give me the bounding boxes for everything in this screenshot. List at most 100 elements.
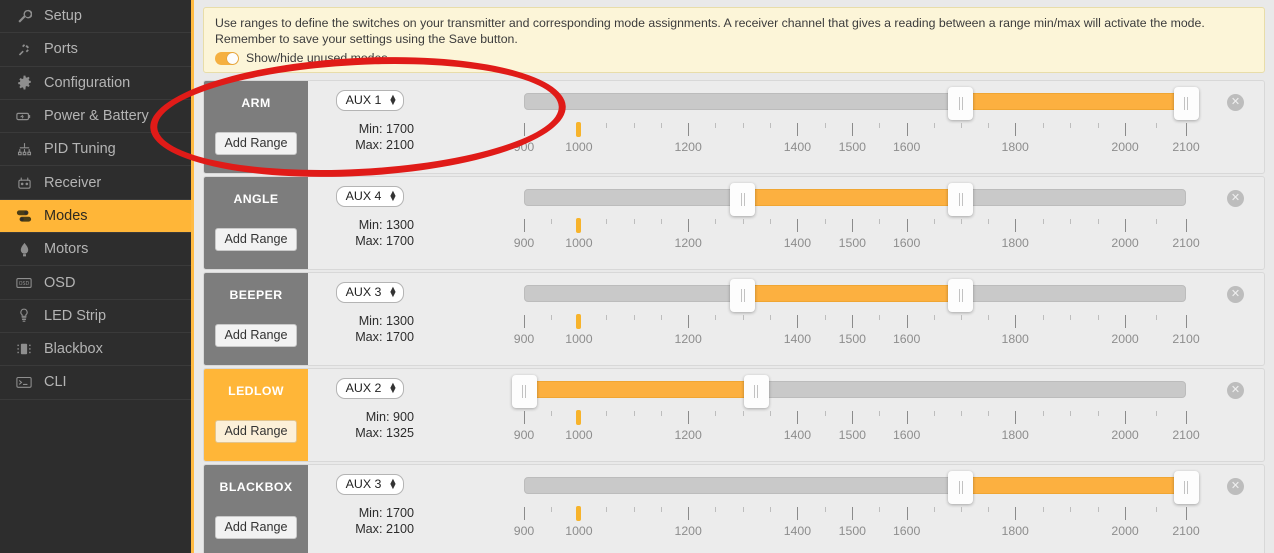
scale-tick-label: 1400 [783, 332, 812, 346]
range-slider[interactable]: 900 1000 1200 1400 1500 1600 1800 2000 2100 [514, 471, 1200, 551]
sidebar-item-setup[interactable]: Setup [0, 0, 191, 34]
scale-tick-minor [824, 411, 826, 416]
slider-handle-min[interactable] [730, 183, 756, 216]
scale-tick-major [906, 123, 908, 136]
sidebar-item-power-battery[interactable]: Power & Battery [0, 100, 191, 134]
slider-handle-min[interactable] [730, 279, 756, 312]
scale-tick-label: 1500 [838, 428, 867, 442]
add-range-button[interactable]: Add Range [215, 228, 297, 251]
sidebar-item-receiver[interactable]: Receiver [0, 166, 191, 200]
scale-tick-minor [1042, 507, 1044, 512]
scale-tick-minor [824, 123, 826, 128]
slider-handle-min[interactable] [511, 375, 537, 408]
scale-tick-major [797, 507, 799, 520]
slider-handle-max[interactable] [1173, 87, 1199, 120]
sliders-icon [14, 141, 34, 157]
min-max-values: Min: 1700 Max: 2100 [355, 121, 416, 153]
scale-tick-minor [770, 219, 772, 224]
delete-range-button[interactable]: ✕ [1227, 382, 1244, 399]
min-max-values: Min: 1700 Max: 2100 [355, 505, 416, 537]
sidebar-item-motors[interactable]: Motors [0, 233, 191, 267]
add-range-button[interactable]: Add Range [215, 132, 297, 155]
scale-tick-label: 1400 [783, 524, 812, 538]
min-max-values: Min: 1300 Max: 1700 [355, 313, 416, 345]
slider-handle-max[interactable] [1173, 471, 1199, 504]
range-slider[interactable]: 900 1000 1200 1400 1500 1600 1800 2000 2100 [511, 375, 1200, 455]
scale-tick-major [852, 411, 854, 424]
scale-tick-major [852, 219, 854, 232]
range-controls: AUX 2 ▲ ▼ Min: 900 Max: 1325 [324, 378, 416, 441]
scale-tick-minor [933, 411, 935, 416]
add-range-button[interactable]: Add Range [215, 324, 297, 347]
delete-range-button[interactable]: ✕ [1227, 190, 1244, 207]
channel-select[interactable]: AUX 4 ▲ ▼ [335, 186, 405, 207]
mode-body: AUX 3 ▲ ▼ Min: 1700 Max: 2100 900 1000 1200 1400… [308, 465, 1264, 553]
scale-tick-label: 1400 [783, 428, 812, 442]
scale-tick-minor [824, 507, 826, 512]
scale-tick-minor [879, 315, 881, 320]
range-min-label: Min: 1300 [358, 314, 414, 328]
slider-handle-max[interactable] [948, 183, 974, 216]
scale-tick-minor [551, 507, 553, 512]
spinner-arrows-icon: ▲ ▼ [388, 188, 398, 203]
sidebar-item-label: OSD [44, 274, 76, 291]
mode-body: AUX 1 ▲ ▼ Min: 1700 Max: 2100 900 1000 1200 1400… [308, 81, 1264, 173]
delete-range-button[interactable]: ✕ [1227, 478, 1244, 495]
scale-tick-major [524, 315, 525, 328]
slider-scale: 900 1000 1200 1400 1500 1600 1800 2000 2100 [514, 122, 1200, 167]
blackbox-icon [14, 341, 34, 357]
add-range-button[interactable]: Add Range [215, 516, 297, 539]
scale-tick-label: 1000 [565, 428, 593, 442]
range-slider[interactable]: 900 1000 1200 1400 1500 1600 1800 2000 2100 [514, 87, 1200, 167]
range-min-label: Min: 1300 [358, 218, 414, 232]
sidebar-item-ports[interactable]: Ports [0, 33, 191, 67]
sidebar-item-osd[interactable]: OSD OSD [0, 266, 191, 300]
slider-handle-min[interactable] [948, 87, 974, 120]
scale-tick-major [797, 123, 799, 136]
sidebar-item-configuration[interactable]: Configuration [0, 67, 191, 100]
scale-tick-major [1015, 411, 1017, 424]
scale-tick-major [688, 507, 690, 520]
channel-select-value: AUX 3 [345, 477, 382, 491]
channel-select[interactable]: AUX 3 ▲ ▼ [335, 474, 405, 495]
scale-tick-label: 1000 [565, 236, 593, 250]
banner-text: Use ranges to define the switches on you… [215, 16, 1205, 46]
show-hide-unused-modes-row[interactable]: Show/hide unused modes [215, 51, 1253, 65]
scale-tick-minor [606, 315, 608, 320]
range-min-label: Min: 1700 [358, 506, 414, 520]
sidebar-item-modes[interactable]: Modes [0, 199, 191, 234]
scale-tick-minor [1155, 315, 1157, 320]
range-slider[interactable]: 900 1000 1200 1400 1500 1600 1800 2000 2100 [514, 279, 1200, 359]
sidebar-item-blackbox[interactable]: Blackbox [0, 333, 191, 367]
slider-handle-max[interactable] [743, 375, 769, 408]
scale-tick-minor [1155, 219, 1157, 224]
scale-tick-minor [660, 123, 662, 128]
slider-handle-max[interactable] [948, 279, 974, 312]
scale-tick-major [1125, 411, 1127, 424]
slider-scale: 900 1000 1200 1400 1500 1600 1800 2000 2100 [514, 218, 1200, 263]
channel-select[interactable]: AUX 3 ▲ ▼ [335, 282, 405, 303]
sidebar-item-cli[interactable]: CLI [0, 366, 191, 400]
scale-tick-minor [1155, 507, 1157, 512]
channel-select[interactable]: AUX 1 ▲ ▼ [335, 90, 405, 111]
range-controls: AUX 1 ▲ ▼ Min: 1700 Max: 2100 [324, 90, 416, 153]
show-hide-unused-modes-toggle[interactable] [215, 51, 239, 65]
sidebar-item-led-strip[interactable]: LED Strip [0, 300, 191, 333]
scale-tick-label: 2100 [1172, 236, 1200, 250]
range-slider[interactable]: 900 1000 1200 1400 1500 1600 1800 2000 2100 [514, 183, 1200, 263]
delete-range-button[interactable]: ✕ [1227, 286, 1244, 303]
mode-body: AUX 3 ▲ ▼ Min: 1300 Max: 1700 900 1000 1200 1400… [308, 273, 1264, 365]
delete-range-button[interactable]: ✕ [1227, 94, 1244, 111]
sidebar-item-pid-tuning[interactable]: PID Tuning [0, 133, 191, 167]
scale-tick-major [688, 411, 690, 424]
scale-tick-minor [879, 507, 881, 512]
scale-tick-label: 2000 [1111, 140, 1139, 154]
scale-tick-label: 1800 [1001, 140, 1029, 154]
scale-tick-label: 900 [513, 140, 535, 154]
scale-tick-minor [633, 219, 635, 224]
add-range-button[interactable]: Add Range [215, 420, 297, 443]
channel-select[interactable]: AUX 2 ▲ ▼ [335, 378, 405, 399]
slider-handle-min[interactable] [948, 471, 974, 504]
scale-tick-label: 1200 [674, 236, 702, 250]
range-controls: AUX 3 ▲ ▼ Min: 1700 Max: 2100 [324, 474, 416, 537]
